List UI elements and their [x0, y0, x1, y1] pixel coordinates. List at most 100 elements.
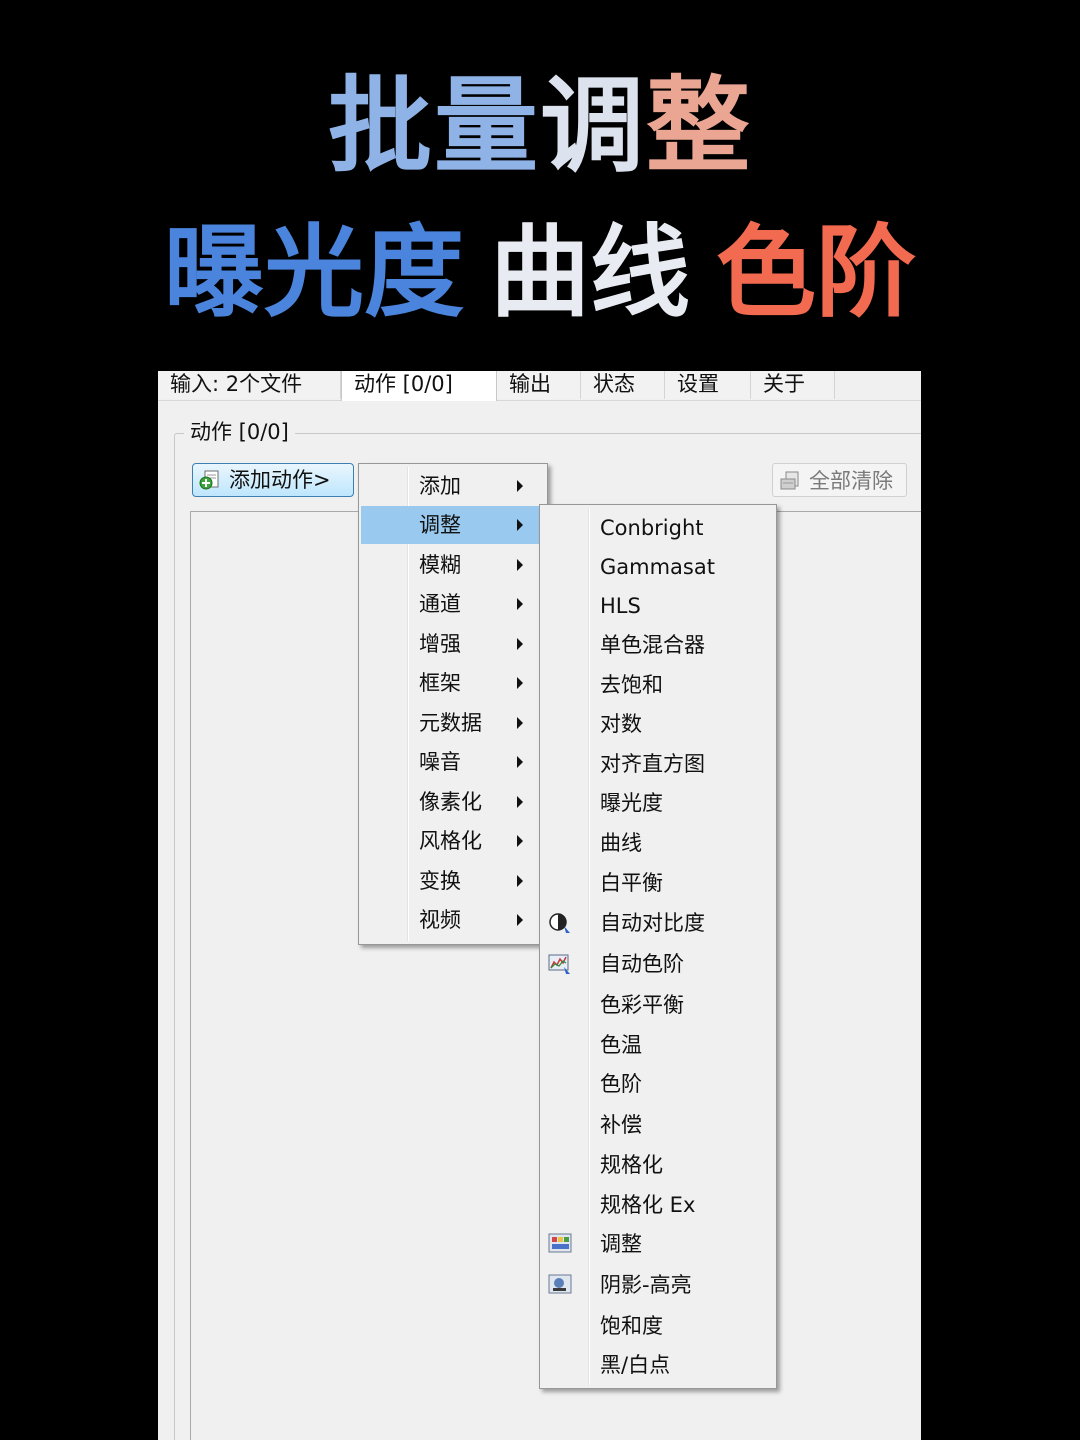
submenu-item-compensation[interactable]: 补偿 [542, 1106, 774, 1144]
add-action-icon [199, 470, 219, 490]
submenu-arrow-icon [517, 559, 523, 571]
submenu-item-normalize[interactable]: 规格化 [542, 1146, 774, 1184]
menu-item-label: 通道 [419, 592, 461, 616]
tab-settings[interactable]: 设置 [665, 371, 751, 399]
menu-item-label: 单色混合器 [600, 633, 705, 657]
menu-item-label: 对数 [600, 712, 642, 736]
menu-item-enhance[interactable]: 增强 [361, 625, 545, 663]
submenu-item-auto-contrast[interactable]: 自动对比度 [542, 904, 774, 942]
menu-item-add[interactable]: 添加 [361, 467, 545, 505]
menu-item-label: HLS [600, 594, 641, 618]
submenu-item-adjust[interactable]: 调整 [542, 1225, 774, 1263]
submenu-arrow-icon [517, 835, 523, 847]
menu-item-label: 对齐直方图 [600, 752, 705, 776]
menu-item-label: 模糊 [419, 553, 461, 577]
submenu-arrow-icon [517, 875, 523, 887]
menu-item-label: 规格化 Ex [600, 1193, 696, 1217]
submenu-item-white-balance[interactable]: 白平衡 [542, 864, 774, 902]
submenu-item-shadow-highlight[interactable]: 阴影-高亮 [542, 1266, 774, 1304]
menu-item-stylize[interactable]: 风格化 [361, 822, 545, 860]
submenu-item-auto-levels[interactable]: 自动色阶 [542, 945, 774, 983]
submenu-arrow-icon [517, 480, 523, 492]
menu-item-transform[interactable]: 变换 [361, 862, 545, 900]
headline-part: 调 [539, 65, 646, 187]
menu-item-label: 饱和度 [600, 1314, 663, 1338]
menu-item-label: 色温 [600, 1033, 642, 1057]
headline-part: 整 [646, 65, 753, 187]
headline-part: 批量 [327, 65, 540, 187]
contrast-icon [549, 913, 570, 933]
menu-item-frame[interactable]: 框架 [361, 664, 545, 702]
submenu-item-conbright[interactable]: Conbright [542, 509, 774, 547]
menu-item-label: 像素化 [419, 790, 482, 814]
submenu-item-mono-mixer[interactable]: 单色混合器 [542, 626, 774, 664]
menu-item-blur[interactable]: 模糊 [361, 546, 545, 584]
menu-item-label: 自动对比度 [600, 911, 705, 935]
submenu-arrow-icon [517, 756, 523, 768]
shadow-highlight-icon [548, 1274, 572, 1294]
clear-all-icon [780, 471, 799, 490]
menu-item-label: 补偿 [600, 1113, 642, 1137]
headline-line-1: 批量调整 [0, 66, 1080, 186]
submenu-arrow-icon [517, 677, 523, 689]
menu-item-video[interactable]: 视频 [361, 901, 545, 939]
menu-item-label: 规格化 [600, 1153, 663, 1177]
tab-actions[interactable]: 动作 [0/0] [341, 371, 497, 401]
submenu-arrow-icon [517, 717, 523, 729]
add-action-label: 添加动作> [229, 468, 331, 492]
tab-about[interactable]: 关于 [751, 371, 835, 399]
menu-item-label: 自动色阶 [600, 952, 684, 976]
headline-part: 色阶 [716, 214, 916, 331]
submenu-item-color-balance[interactable]: 色彩平衡 [542, 986, 774, 1024]
menu-item-label: 变换 [419, 869, 461, 893]
menu-item-label: 元数据 [419, 711, 482, 735]
submenu-item-color-temperature[interactable]: 色温 [542, 1026, 774, 1064]
headline-line-2: 曝光度 曲线 色阶 [0, 214, 1080, 332]
tab-output[interactable]: 输出 [497, 371, 581, 399]
menu-item-adjust[interactable]: 调整 [361, 506, 545, 544]
submenu-arrow-icon [517, 519, 523, 531]
menu-item-label: 添加 [419, 474, 461, 498]
tab-bar: 输入: 2个文件 动作 [0/0] 输出 状态 设置 关于 [158, 371, 921, 401]
menu-item-noise[interactable]: 噪音 [361, 743, 545, 781]
add-action-button[interactable]: 添加动作> [192, 463, 354, 497]
menu-item-label: 去饱和 [600, 673, 663, 697]
menu-item-metadata[interactable]: 元数据 [361, 704, 545, 742]
menu-item-label: 黑/白点 [600, 1353, 671, 1377]
submenu-item-normalize-ex[interactable]: 规格化 Ex [542, 1186, 774, 1224]
submenu-item-levels[interactable]: 色阶 [542, 1065, 774, 1103]
clear-all-button[interactable]: 全部清除 [772, 463, 907, 497]
menu-item-label: 风格化 [419, 829, 482, 853]
menu-item-label: 调整 [600, 1232, 642, 1256]
tab-input[interactable]: 输入: 2个文件 [158, 371, 341, 399]
submenu-item-exposure[interactable]: 曝光度 [542, 784, 774, 822]
submenu-item-black-white-point[interactable]: 黑/白点 [542, 1346, 774, 1384]
action-category-menu: 添加 调整 模糊 通道 增强 框架 元数据 噪音 像素化 风格化 变换 视频 [358, 463, 548, 945]
submenu-arrow-icon [517, 598, 523, 610]
submenu-item-curves[interactable]: 曲线 [542, 824, 774, 862]
menu-item-label: Gammasat [600, 555, 715, 579]
headline-part: 曝光度 [164, 214, 464, 331]
menu-item-label: 阴影-高亮 [600, 1273, 692, 1297]
menu-item-label: 曝光度 [600, 791, 663, 815]
menu-item-label: Conbright [600, 516, 704, 540]
clear-all-label: 全部清除 [809, 469, 893, 493]
submenu-arrow-icon [517, 638, 523, 650]
groupbox-title: 动作 [0/0] [184, 419, 295, 445]
submenu-item-saturation[interactable]: 饱和度 [542, 1307, 774, 1345]
menu-item-label: 视频 [419, 908, 461, 932]
submenu-item-gammasat[interactable]: Gammasat [542, 548, 774, 586]
menu-item-label: 白平衡 [600, 871, 663, 895]
headline-part: 曲线 [490, 214, 690, 331]
adjust-submenu: Conbright Gammasat HLS 单色混合器 去饱和 对数 对齐直方… [539, 504, 777, 1389]
adjust-icon [548, 1233, 572, 1253]
submenu-item-hls[interactable]: HLS [542, 587, 774, 625]
menu-item-channel[interactable]: 通道 [361, 585, 545, 623]
menu-item-pixelate[interactable]: 像素化 [361, 783, 545, 821]
submenu-item-align-histogram[interactable]: 对齐直方图 [542, 745, 774, 783]
submenu-item-desaturate[interactable]: 去饱和 [542, 666, 774, 704]
tab-status[interactable]: 状态 [581, 371, 665, 399]
menu-item-label: 色阶 [600, 1072, 642, 1096]
submenu-arrow-icon [517, 914, 523, 926]
submenu-item-log[interactable]: 对数 [542, 705, 774, 743]
